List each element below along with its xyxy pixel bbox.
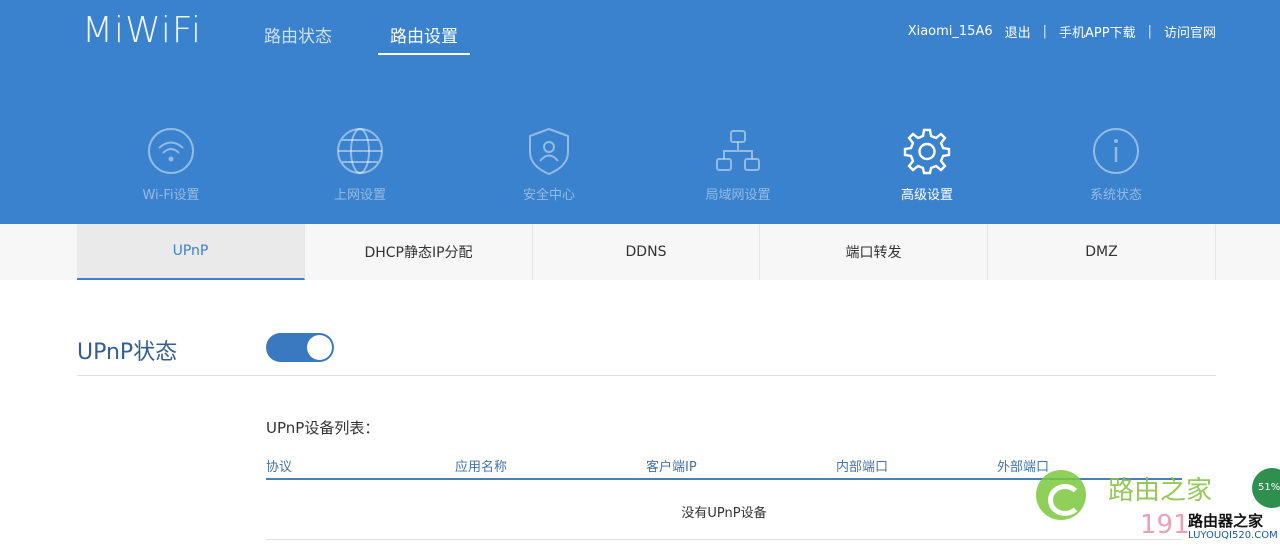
func-wifi-settings[interactable]: Wi-Fi设置 <box>111 126 231 203</box>
func-advanced-settings[interactable]: 高级设置 <box>867 126 987 203</box>
func-label: Wi-Fi设置 <box>142 188 200 203</box>
column-internal-port: 内部端口 <box>836 460 889 475</box>
func-lan-settings[interactable]: 局域网设置 <box>678 126 798 203</box>
watermark-logo <box>1036 470 1086 520</box>
subtab-dhcp-static-ip[interactable]: DHCP静态IP分配 <box>305 224 533 280</box>
nav-tab-router-settings[interactable]: 路由设置 <box>378 22 470 55</box>
top-header: MiWiFi 路由状态 路由设置 Xiaomi_15A6 退出 | 手机APP下… <box>0 0 1280 224</box>
gear-icon <box>903 128 951 175</box>
upnp-device-list-title: UPnP设备列表： <box>266 419 380 437</box>
watermark-number: 191 <box>1140 510 1190 540</box>
upnp-toggle[interactable] <box>266 333 334 362</box>
globe-icon <box>337 128 383 174</box>
official-site-link[interactable]: 访问官网 <box>1164 22 1216 41</box>
func-system-status[interactable]: 系统状态 <box>1056 126 1176 203</box>
divider <box>77 375 1216 376</box>
subtab-bar: UPnP DHCP静态IP分配 DDNS 端口转发 DMZ <box>0 224 1280 280</box>
column-protocol: 协议 <box>266 460 293 475</box>
nav-tab-router-status[interactable]: 路由状态 <box>264 22 332 47</box>
column-client-ip: 客户端IP <box>646 460 697 475</box>
info-icon <box>1093 128 1139 174</box>
separator: | <box>1147 24 1152 39</box>
func-internet-settings[interactable]: 上网设置 <box>300 126 420 203</box>
subtab-upnp[interactable]: UPnP <box>77 224 305 280</box>
upnp-status-title: UPnP状态 <box>77 340 178 365</box>
func-label: 上网设置 <box>333 188 386 203</box>
func-label: 高级设置 <box>900 188 953 203</box>
column-app-name: 应用名称 <box>455 460 508 475</box>
func-label: 局域网设置 <box>705 188 771 203</box>
watermark-domain: LUYOUQI520.COM <box>1188 530 1278 541</box>
func-security-center[interactable]: 安全中心 <box>489 126 609 203</box>
subtab-port-forwarding[interactable]: 端口转发 <box>760 224 988 280</box>
status-badge: 51% <box>1252 468 1280 508</box>
func-label: 系统状态 <box>1089 188 1142 203</box>
separator: | <box>1042 24 1048 39</box>
shield-icon <box>529 127 569 176</box>
watermark-brand: 路由器之家 <box>1186 510 1266 531</box>
watermark-text: 路由之家 <box>1108 476 1213 506</box>
username: Xiaomi_15A6 <box>907 24 993 39</box>
toggle-knob <box>307 335 332 360</box>
wifi-icon <box>148 128 194 174</box>
subtab-ddns[interactable]: DDNS <box>533 224 760 280</box>
logout-link[interactable]: 退出 <box>1005 22 1031 41</box>
top-links: Xiaomi_15A6 退出 | 手机APP下载 | 访问官网 <box>908 22 1216 41</box>
miwifi-logo[interactable]: MiWiFi <box>82 10 202 51</box>
subtab-dmz[interactable]: DMZ <box>988 224 1216 280</box>
column-external-port: 外部端口 <box>997 460 1050 475</box>
func-label: 安全中心 <box>522 188 575 203</box>
lan-icon <box>716 130 760 171</box>
app-download-link[interactable]: 手机APP下载 <box>1059 22 1136 41</box>
